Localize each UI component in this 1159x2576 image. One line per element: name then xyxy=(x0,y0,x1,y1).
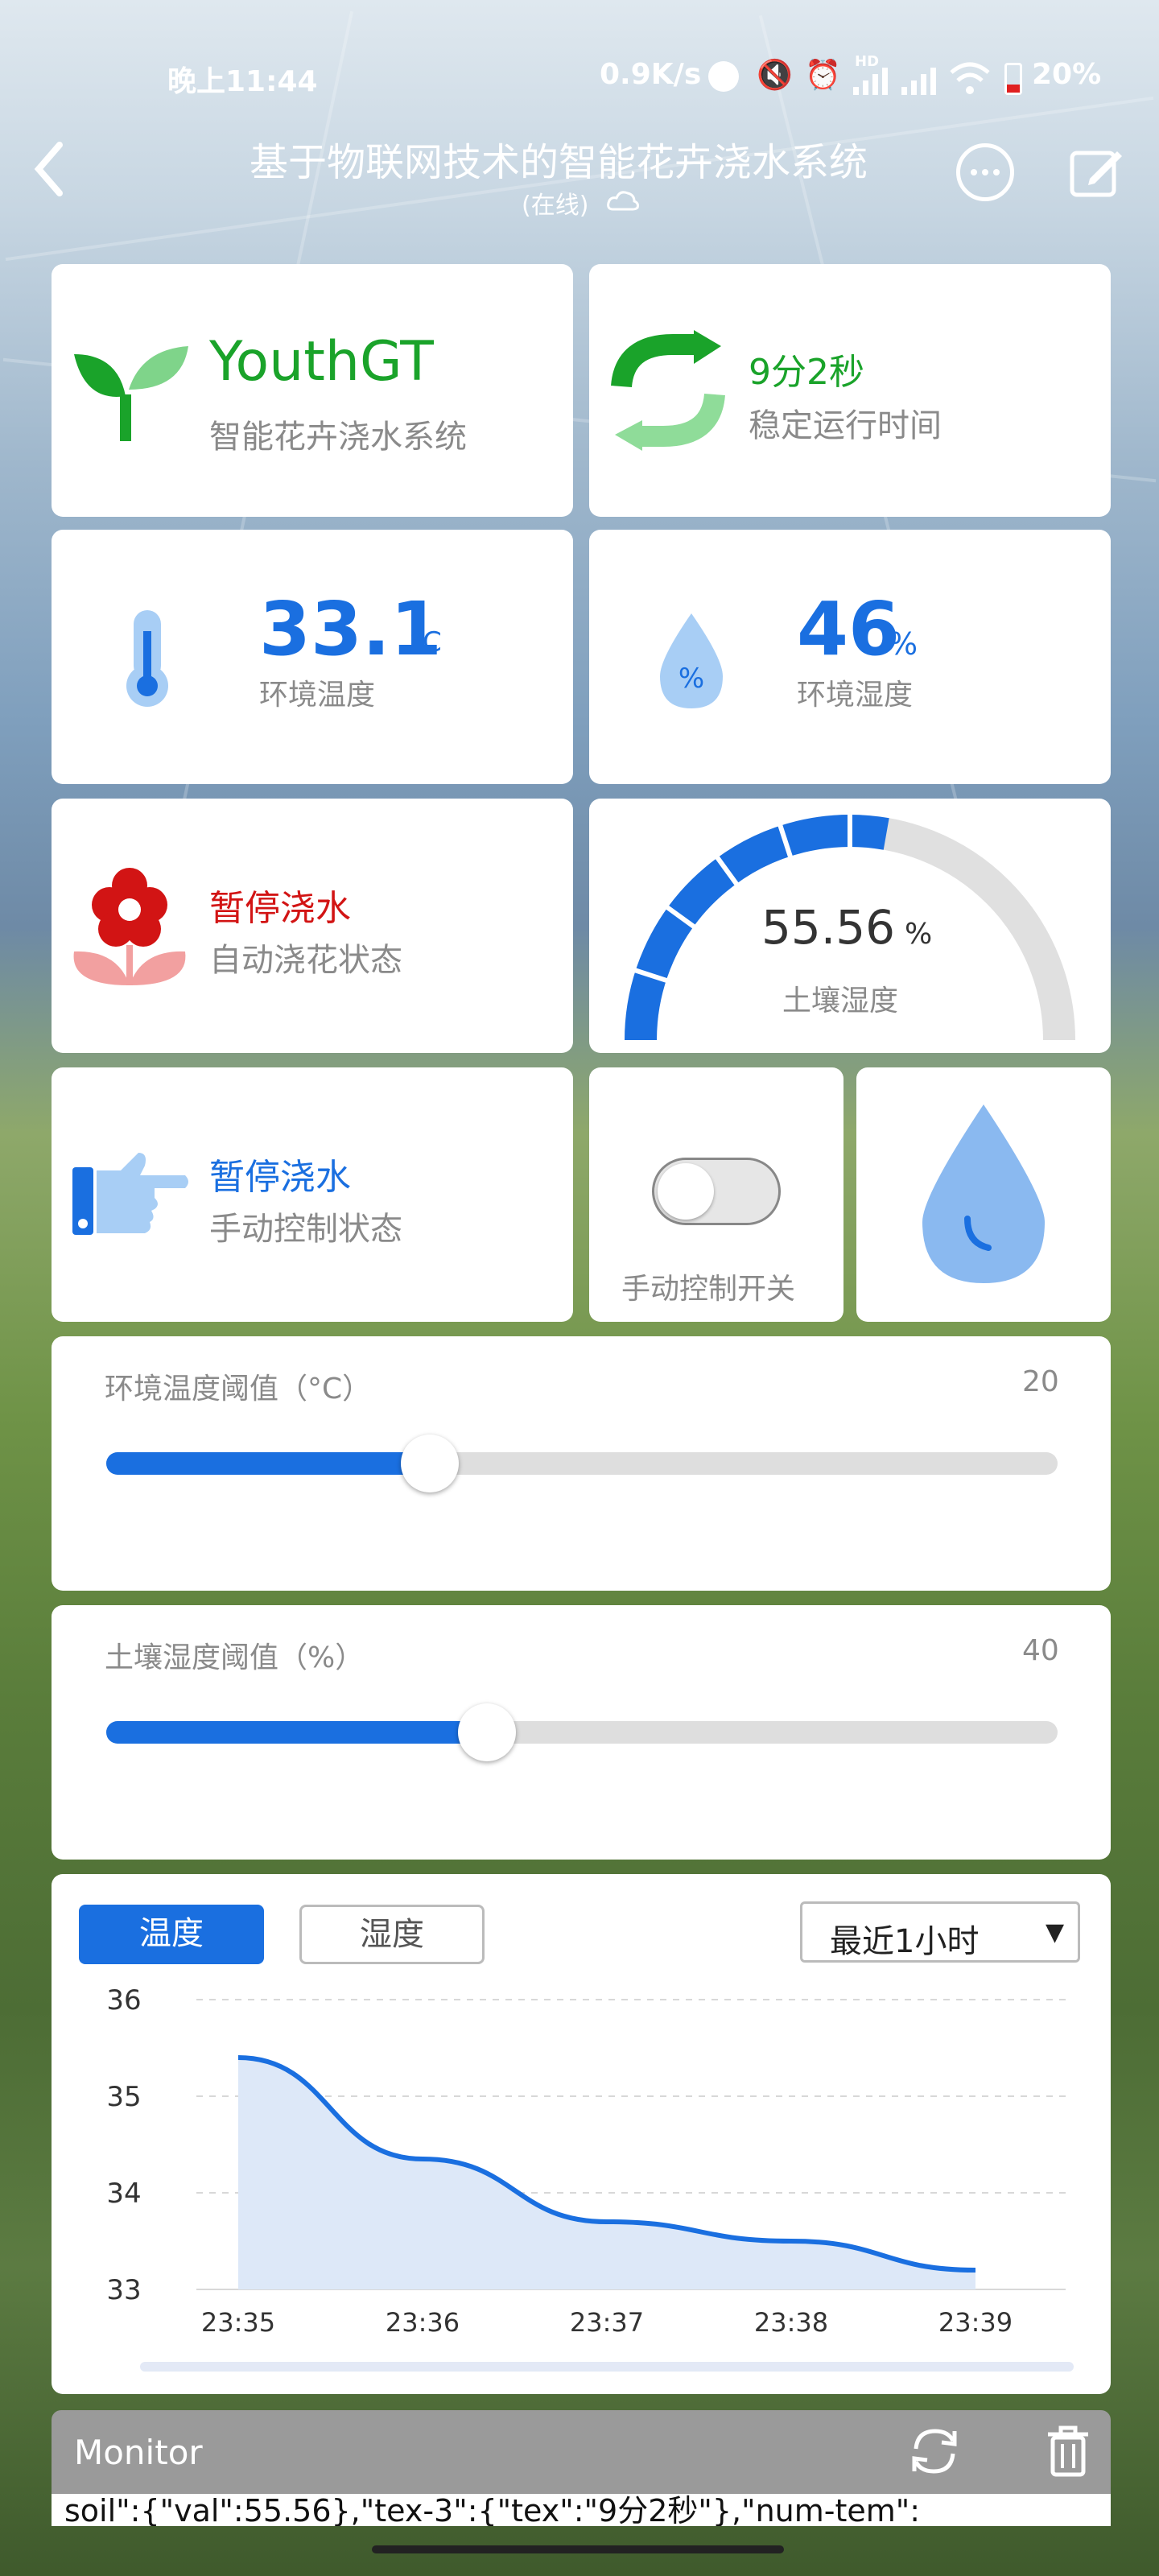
trash-icon[interactable] xyxy=(1045,2425,1091,2478)
mute-icon: 🔇 xyxy=(757,59,793,92)
signal-icon xyxy=(853,68,889,95)
tab-humidity[interactable]: 湿度 xyxy=(299,1905,485,1964)
humidity-drop-icon: % xyxy=(654,610,729,712)
soil-threshold-value: 40 xyxy=(1022,1634,1059,1667)
edit-icon[interactable] xyxy=(1067,143,1125,201)
alarm-icon: ⏰ xyxy=(805,59,841,92)
humidity-label: 环境湿度 xyxy=(797,679,914,712)
home-indicator[interactable] xyxy=(372,2545,784,2553)
slider-fill xyxy=(106,1721,487,1744)
soil-threshold-slider[interactable] xyxy=(106,1703,1058,1761)
y-tick-label: 33 xyxy=(106,2274,141,2306)
x-tick-label: 23:37 xyxy=(570,2307,644,2338)
soil-threshold-label: 土壤湿度阈值（%） xyxy=(105,1641,365,1674)
temp-threshold-slider[interactable] xyxy=(106,1435,1058,1492)
y-tick-label: 36 xyxy=(106,1984,141,2017)
chart-card: 温度 湿度 最近1小时 ▼ 33 34 35 36 23:35 23:36 23:37 23:… xyxy=(52,1874,1111,2394)
soil-threshold-card: 土壤湿度阈值（%） 40 xyxy=(52,1605,1111,1860)
humidity-unit: % xyxy=(889,626,918,662)
monitor-log-text: soil":{"val":55.56},"tex-3":{"tex":"9分2秒… xyxy=(64,2494,921,2526)
toggle-knob xyxy=(658,1163,714,1220)
tab-temperature[interactable]: 温度 xyxy=(79,1905,264,1964)
back-icon[interactable] xyxy=(24,137,72,201)
battery-level: 20% xyxy=(1032,58,1102,91)
more-icon[interactable] xyxy=(956,143,1014,201)
x-tick-label: 23:35 xyxy=(201,2307,275,2338)
manual-toggle[interactable] xyxy=(652,1158,781,1225)
network-speed: 0.9K/s xyxy=(600,58,702,91)
soil-value: 55.56 xyxy=(761,900,896,955)
soil-gauge-card: 55.56 % 土壤湿度 xyxy=(589,799,1111,1053)
manual-status: 暂停浇水 xyxy=(209,1157,351,1198)
slider-thumb[interactable] xyxy=(400,1435,459,1492)
status-time: 晚上11:44 xyxy=(167,65,318,98)
auto-label: 自动浇花状态 xyxy=(209,942,402,979)
slider-thumb[interactable] xyxy=(457,1703,516,1761)
page-title: 基于物联网技术的智能花卉浇水系统 xyxy=(250,140,868,179)
water-drop-icon[interactable] xyxy=(919,1101,1048,1286)
dnd-icon xyxy=(708,61,739,92)
y-tick-label: 35 xyxy=(106,2081,141,2113)
temp-threshold-value: 20 xyxy=(1022,1365,1059,1398)
manual-label: 手动控制状态 xyxy=(209,1211,402,1248)
svg-text:%: % xyxy=(678,663,704,695)
cloud-icon xyxy=(605,188,641,213)
manual-status-card: 暂停浇水 手动控制状态 xyxy=(52,1067,573,1322)
brand-desc: 智能花卉浇水系统 xyxy=(209,419,467,456)
uptime-value: 9分2秒 xyxy=(749,352,864,393)
brand-name: YouthGT xyxy=(209,330,434,394)
temperature-chart: 33 34 35 36 23:35 23:36 23:37 23:38 23:39 xyxy=(106,1984,1074,2372)
monitor-title: Monitor xyxy=(74,2433,203,2472)
x-tick-label: 23:38 xyxy=(754,2307,828,2338)
signal-icon-2 xyxy=(901,68,937,95)
flower-icon xyxy=(69,865,190,985)
humidity-value: 46 xyxy=(797,586,901,672)
soil-label: 土壤湿度 xyxy=(782,985,899,1018)
chart-scrollbar xyxy=(140,2362,1074,2372)
online-status: (在线) xyxy=(522,192,589,220)
auto-watering-card: 暂停浇水 自动浇花状态 xyxy=(52,799,573,1053)
refresh-log-icon[interactable] xyxy=(908,2425,961,2478)
x-tick-label: 23:39 xyxy=(938,2307,1013,2338)
humidity-card: % 46 % 环境湿度 xyxy=(589,530,1111,784)
wifi-icon xyxy=(950,61,990,97)
status-bar: 晚上11:44 0.9K/s 🔇 ⏰ HD 20% xyxy=(0,50,1159,106)
monitor-bar: Monitor xyxy=(52,2410,1111,2494)
time-range-value: 最近1小时 xyxy=(830,1923,980,1960)
chevron-down-icon: ▼ xyxy=(1046,1918,1065,1946)
battery-icon xyxy=(1004,63,1022,95)
title-bar: 基于物联网技术的智能花卉浇水系统 (在线) xyxy=(0,121,1159,225)
temperature-label: 环境温度 xyxy=(259,679,376,712)
temp-threshold-card: 环境温度阈值（°C） 20 xyxy=(52,1336,1111,1591)
area-fill xyxy=(238,2058,975,2289)
refresh-icon xyxy=(610,330,726,451)
temperature-card: 33.1 °C 环境温度 xyxy=(52,530,573,784)
switch-label: 手动控制开关 xyxy=(621,1273,796,1306)
sprout-icon xyxy=(69,338,190,443)
x-tick-label: 23:36 xyxy=(386,2307,460,2338)
soil-unit: % xyxy=(905,918,933,951)
water-drop-card xyxy=(856,1067,1111,1322)
thermometer-icon xyxy=(122,607,172,708)
switch-card: 手动控制开关 xyxy=(589,1067,843,1322)
temperature-unit: °C xyxy=(409,626,442,658)
uptime-card: 9分2秒 稳定运行时间 xyxy=(589,264,1111,517)
monitor-log: soil":{"val":55.56},"tex-3":{"tex":"9分2秒… xyxy=(52,2494,1111,2526)
temp-threshold-label: 环境温度阈值（°C） xyxy=(105,1373,372,1406)
uptime-label: 稳定运行时间 xyxy=(749,407,942,444)
auto-status: 暂停浇水 xyxy=(209,888,351,929)
slider-fill xyxy=(106,1452,430,1475)
y-tick-label: 34 xyxy=(106,2178,141,2210)
time-range-select[interactable]: 最近1小时 ▼ xyxy=(800,1901,1080,1963)
brand-card: YouthGT 智能花卉浇水系统 xyxy=(52,264,573,517)
pointing-hand-icon xyxy=(71,1151,192,1240)
